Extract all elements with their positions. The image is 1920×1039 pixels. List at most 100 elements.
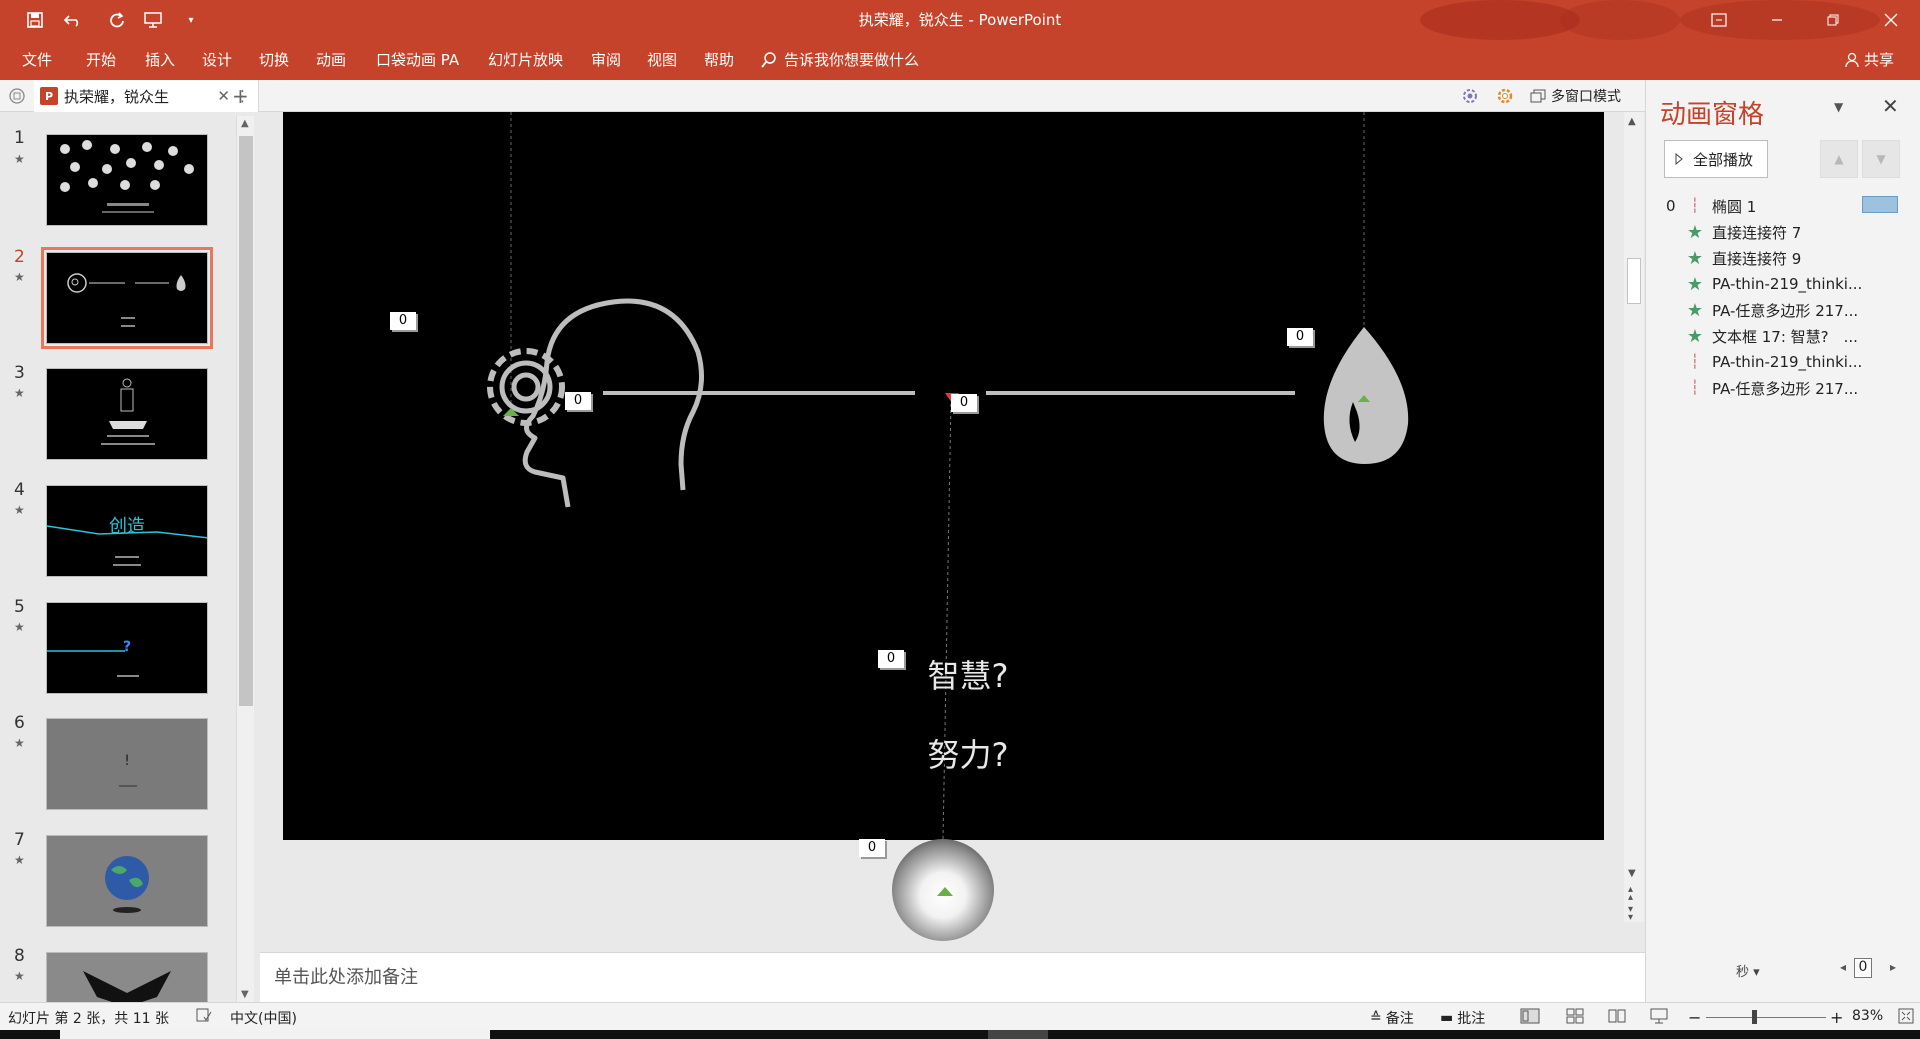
notes-pane[interactable]: 单击此处添加备注: [260, 952, 1645, 1002]
animation-order-tag[interactable]: 0: [951, 394, 977, 412]
motion-start-marker: [937, 887, 953, 896]
close-tab-icon[interactable]: ✕: [217, 87, 230, 105]
reading-view-icon[interactable]: [1608, 1008, 1626, 1024]
animation-item[interactable]: 0 ┆ 椭圆 1: [1666, 193, 1756, 219]
scroll-down-icon[interactable]: ▼: [1628, 868, 1636, 879]
taskbar-item[interactable]: [988, 1030, 1048, 1039]
thumbnail-caption: 创造: [109, 516, 145, 537]
star-icon: ★: [1686, 273, 1704, 295]
share-button[interactable]: 共享: [1844, 49, 1894, 70]
slide-position: 幻灯片 第 2 张，共 11 张: [8, 1011, 169, 1027]
slide-thumbnail-5[interactable]: ?: [46, 602, 208, 694]
tab-pocket-animation[interactable]: 口袋动画 PA: [376, 49, 459, 70]
animation-item[interactable]: ★ 直接连接符 7: [1666, 219, 1801, 245]
tab-animations[interactable]: 动画: [316, 49, 346, 70]
animation-order-tag[interactable]: 0: [1287, 328, 1313, 346]
tab-transitions[interactable]: 切换: [259, 49, 289, 70]
animation-item[interactable]: ┆ PA-thin-219_thinki...: [1666, 349, 1862, 375]
scroll-thumb[interactable]: [1627, 258, 1641, 304]
scroll-thumb[interactable]: [239, 136, 253, 706]
slide-thumbnail-1[interactable]: [46, 134, 208, 226]
settings-icon[interactable]: [1495, 86, 1515, 110]
timeline-zoom-value[interactable]: 0: [1854, 958, 1872, 978]
slide-text-effort[interactable]: 努力?: [928, 736, 1009, 774]
tab-file[interactable]: 文件: [22, 49, 52, 70]
animation-item[interactable]: ★ PA-任意多边形 217...: [1666, 297, 1858, 323]
animation-order-tag[interactable]: 0: [565, 392, 591, 410]
pane-options-icon[interactable]: ▼: [1834, 100, 1843, 114]
star-icon: ★: [1686, 221, 1704, 243]
zoom-slider-track[interactable]: [1706, 1017, 1826, 1018]
next-slide-icon[interactable]: ▾ ▾: [1628, 905, 1633, 923]
tab-help[interactable]: 帮助: [704, 49, 734, 70]
tab-design[interactable]: 设计: [202, 49, 232, 70]
animation-star-icon: ★: [14, 386, 25, 400]
star-icon: ★: [1686, 247, 1704, 269]
slide-thumbnail-2[interactable]: [41, 247, 213, 349]
slideshow-icon[interactable]: [1650, 1008, 1668, 1024]
animation-order-tag[interactable]: 0: [390, 312, 416, 330]
close-icon[interactable]: ✕: [1882, 94, 1899, 118]
animation-item[interactable]: ┆ PA-任意多边形 217...: [1666, 375, 1858, 401]
animation-pane: 动画窗格 ▼ ✕ 全部播放 ▲ ▼ 0 ┆ 椭圆 1 ★ 直接连接符 7 ★ 直…: [1645, 80, 1920, 1002]
zoom-in-button[interactable]: +: [1830, 1008, 1843, 1027]
slide-thumbnail-3[interactable]: [46, 368, 208, 460]
timeline-next-icon[interactable]: ▸: [1890, 960, 1896, 974]
zoom-out-button[interactable]: −: [1688, 1008, 1701, 1027]
slide-thumbnail-8[interactable]: [46, 952, 208, 1002]
normal-view-icon[interactable]: [1520, 1008, 1540, 1024]
taskbar-item[interactable]: [60, 1030, 490, 1039]
timing-bar[interactable]: [1862, 196, 1898, 213]
multi-window-mode-button[interactable]: 多窗口模式: [1530, 86, 1621, 106]
play-all-button[interactable]: 全部播放: [1664, 140, 1768, 178]
tab-list-icon[interactable]: [8, 87, 26, 109]
thumbnail-number: 5: [14, 597, 25, 617]
close-icon[interactable]: [1876, 6, 1906, 34]
animation-star-icon: ★: [14, 270, 25, 284]
animation-item[interactable]: ★ PA-thin-219_thinki...: [1666, 271, 1862, 297]
previous-slide-icon[interactable]: ▴ ▴: [1628, 885, 1633, 903]
slide-thumbnail-4[interactable]: 创造: [46, 485, 208, 577]
thumbnail-caption: ?: [123, 639, 131, 655]
slide-text-wisdom[interactable]: 智慧?: [928, 657, 1009, 695]
minimize-icon[interactable]: [1762, 6, 1792, 34]
maximize-icon[interactable]: [1818, 6, 1848, 34]
animation-item[interactable]: ★ 直接连接符 9: [1666, 245, 1801, 271]
timeline-prev-icon[interactable]: ◂: [1840, 960, 1846, 974]
document-tab[interactable]: P 执荣耀，锐众生 ✕ ⋮: [34, 80, 259, 112]
seconds-dropdown[interactable]: 秒 ▾: [1736, 961, 1760, 980]
slide-thumbnail-6[interactable]: !: [46, 718, 208, 810]
gear-star-icon[interactable]: [1460, 86, 1480, 110]
scroll-up-icon[interactable]: ▲: [1628, 116, 1636, 127]
restore-window-icon[interactable]: [1704, 6, 1734, 34]
comments-toggle[interactable]: ▬ 批注: [1440, 1008, 1485, 1028]
tab-view[interactable]: 视图: [647, 49, 677, 70]
animation-order-tag[interactable]: 0: [859, 839, 885, 857]
tell-me-search[interactable]: 告诉我你想要做什么: [760, 49, 919, 70]
fit-to-window-icon[interactable]: [1898, 1008, 1914, 1024]
scroll-up-icon[interactable]: ▲: [241, 118, 249, 129]
new-tab-button[interactable]: +: [232, 84, 249, 108]
animation-item-label: 直接连接符 9: [1712, 249, 1802, 268]
thumbnail-scrollbar[interactable]: ▲ ▼: [236, 116, 254, 1002]
zoom-level[interactable]: 83%: [1852, 1008, 1883, 1024]
animation-item[interactable]: ★ 文本框 17: 智慧? ...: [1666, 323, 1858, 349]
spell-check-icon[interactable]: [196, 1008, 212, 1022]
slide-canvas[interactable]: 智慧? 努力? 0 0 0 0 0: [283, 112, 1604, 840]
language-indicator[interactable]: 中文(中国): [230, 1008, 297, 1028]
tab-review[interactable]: 审阅: [591, 49, 621, 70]
slide-sorter-icon[interactable]: [1566, 1008, 1584, 1024]
notes-toggle[interactable]: ≙ 备注: [1370, 1008, 1414, 1028]
tab-home[interactable]: 开始: [86, 49, 116, 70]
animation-item-label: 文本框 17: 智慧? ...: [1712, 327, 1858, 346]
animation-order-tag[interactable]: 0: [878, 650, 904, 668]
slide-thumbnail-7[interactable]: [46, 835, 208, 927]
tab-insert[interactable]: 插入: [145, 49, 175, 70]
move-down-button[interactable]: ▼: [1862, 140, 1900, 178]
zoom-slider-thumb[interactable]: [1752, 1010, 1757, 1024]
slide-scrollbar[interactable]: ▲ ▼ ▴ ▴ ▾ ▾: [1624, 112, 1644, 923]
scroll-down-icon[interactable]: ▼: [241, 989, 249, 1000]
tab-slideshow[interactable]: 幻灯片放映: [488, 49, 563, 70]
move-up-button[interactable]: ▲: [1820, 140, 1858, 178]
thumbnail-graphic: !: [119, 753, 137, 787]
